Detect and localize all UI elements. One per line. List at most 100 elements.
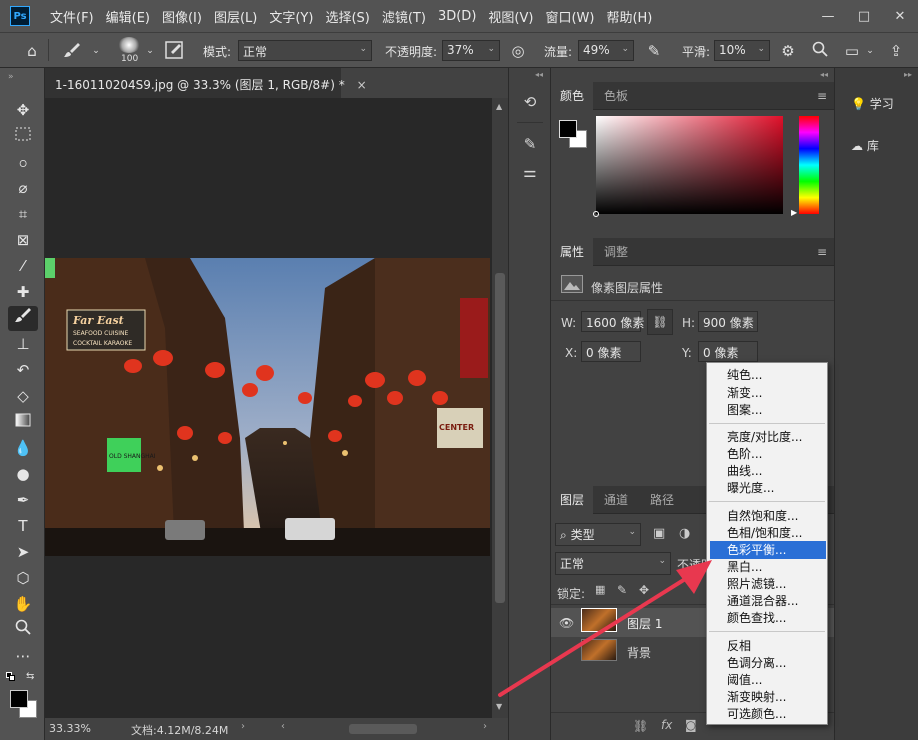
collapse-icon[interactable]: ◂◂ (535, 70, 543, 79)
width-input[interactable]: 1600 像素 (581, 311, 644, 332)
add-mask-icon[interactable]: ◙ (685, 718, 697, 732)
menu-3d[interactable]: 3D(D) (432, 9, 482, 24)
eraser-tool-icon[interactable]: ◇ (8, 384, 38, 409)
height-input[interactable]: 900 像素 (698, 311, 758, 332)
menu-item-levels[interactable]: 色阶... (707, 445, 827, 463)
foreground-color-swatch[interactable] (10, 690, 28, 708)
tab-swatches[interactable]: 色板 (595, 82, 637, 110)
more-tools-icon[interactable]: ⋯ (8, 644, 38, 669)
path-select-tool-icon[interactable]: ➤ (8, 540, 38, 565)
scroll-up-icon[interactable]: ▲ (496, 102, 502, 111)
eyedropper-tool-icon[interactable]: ⁄ (8, 254, 38, 279)
menu-select[interactable]: 选择(S) (319, 7, 375, 26)
panel-menu-icon[interactable]: ≡ (817, 89, 829, 103)
opacity-input[interactable]: 37% ⌄ (442, 40, 500, 61)
default-colors-icon[interactable] (6, 672, 16, 682)
chevron-down-icon[interactable]: ⌄ (140, 41, 160, 61)
menu-item-selective-color[interactable]: 可选颜色... (707, 705, 827, 723)
foreground-color-swatch[interactable] (559, 120, 577, 138)
document-tab[interactable]: 1-160110204S9.jpg @ 33.3% (图层 1, RGB/8#)… (45, 68, 367, 98)
brush-tool-preset-icon[interactable] (62, 41, 82, 61)
pressure-opacity-icon[interactable]: ◎ (508, 41, 528, 61)
workspace-icon[interactable]: ▭ (842, 41, 862, 61)
link-layers-icon[interactable]: ⛓ (633, 719, 648, 733)
filter-pixel-icon[interactable]: ▣ (653, 526, 665, 541)
hue-slider[interactable] (799, 116, 819, 214)
doc-info[interactable]: 文档:4.12M/8.24M (131, 722, 228, 738)
swap-colors-icon[interactable]: ⇆ (26, 671, 34, 682)
menu-item-gradient[interactable]: 渐变... (707, 384, 827, 402)
y-input[interactable]: 0 像素 (698, 341, 758, 362)
menu-item-posterize[interactable]: 色调分离... (707, 654, 827, 672)
airbrush-icon[interactable]: ✎ (644, 41, 664, 61)
brush-settings-icon[interactable] (164, 41, 184, 61)
dodge-tool-icon[interactable]: ● (8, 462, 38, 487)
tab-paths[interactable]: 路径 (641, 486, 683, 514)
tab-properties[interactable]: 属性 (551, 238, 594, 266)
collapse-icon[interactable]: ▸▸ (904, 70, 912, 79)
menu-item-threshold[interactable]: 阈值... (707, 671, 827, 689)
menu-item-vibrance[interactable]: 自然饱和度... (707, 507, 827, 525)
frame-tool-icon[interactable]: ⊠ (8, 228, 38, 253)
menu-item-hue-saturation[interactable]: 色相/饱和度... (707, 524, 827, 542)
menu-window[interactable]: 窗口(W) (539, 7, 600, 26)
menu-help[interactable]: 帮助(H) (600, 7, 658, 26)
home-icon[interactable]: ⌂ (22, 41, 42, 61)
gear-icon[interactable]: ⚙ (778, 41, 798, 61)
stamp-tool-icon[interactable]: ⊥ (8, 332, 38, 357)
menu-item-exposure[interactable]: 曝光度... (707, 479, 827, 497)
healing-brush-tool-icon[interactable]: ✚ (8, 280, 38, 305)
scroll-right-icon[interactable]: › (483, 721, 487, 732)
library-button[interactable]: ☁ 库 (835, 128, 918, 164)
chevron-down-icon[interactable]: ⌄ (860, 41, 880, 61)
layer-name[interactable]: 图层 1 (627, 615, 662, 632)
filter-adjustment-icon[interactable]: ◑ (679, 526, 690, 541)
tab-channels[interactable]: 通道 (595, 486, 637, 514)
pen-tool-icon[interactable]: ✒ (8, 488, 38, 513)
layer-name[interactable]: 背景 (627, 644, 651, 661)
scrollbar-thumb[interactable] (495, 273, 505, 603)
panel-menu-icon[interactable]: ≡ (817, 245, 829, 259)
lasso-tool-icon[interactable]: ဝ (8, 150, 38, 175)
menu-file[interactable]: 文件(F) (44, 7, 100, 26)
tab-adjustments[interactable]: 调整 (595, 238, 637, 266)
menu-item-invert[interactable]: 反相 (707, 637, 827, 655)
marquee-tool-icon[interactable] (8, 124, 38, 149)
lock-transparent-icon[interactable]: ▦ (595, 583, 605, 596)
menu-item-color-lookup[interactable]: 颜色查找... (707, 609, 827, 627)
menu-item-color-balance[interactable]: 色彩平衡... (710, 541, 826, 559)
shape-tool-icon[interactable]: ⬡ (8, 566, 38, 591)
move-tool-icon[interactable]: ✥ (8, 98, 38, 123)
lock-position-icon[interactable]: ✥ (639, 583, 649, 597)
menu-item-brightness-contrast[interactable]: 亮度/对比度... (707, 428, 827, 446)
search-icon[interactable] (810, 41, 830, 61)
lock-image-icon[interactable]: ✎ (617, 583, 627, 597)
color-spectrum-field[interactable] (593, 116, 783, 217)
quick-select-tool-icon[interactable]: ⌀ (8, 176, 38, 201)
scroll-down-icon[interactable]: ▼ (496, 702, 502, 711)
brush-settings-panel-icon[interactable]: ✎ (518, 132, 542, 156)
menu-item-channel-mixer[interactable]: 通道混合器... (707, 592, 827, 610)
smooth-input[interactable]: 10% ⌄ (714, 40, 770, 61)
adjustments-sliders-icon[interactable]: ⚌ (518, 160, 542, 184)
menu-view[interactable]: 视图(V) (482, 7, 539, 26)
share-icon[interactable]: ⇪ (886, 41, 906, 61)
horizontal-scrollbar-thumb[interactable] (349, 724, 417, 734)
layer-filter-select[interactable]: ⌕ 类型 ⌄ (555, 523, 641, 546)
fx-icon[interactable]: fx (661, 718, 672, 732)
mode-select[interactable]: 正常 ⌄ (238, 40, 372, 61)
status-arrow-icon[interactable]: › (241, 721, 245, 732)
close-window-button[interactable]: ✕ (882, 0, 918, 32)
scroll-left-icon[interactable]: ‹ (281, 721, 285, 732)
vertical-scrollbar[interactable]: ▲ ▼ (492, 98, 508, 718)
brush-preview-icon[interactable] (118, 37, 140, 53)
history-icon[interactable]: ⟲ (518, 90, 542, 114)
menu-item-photo-filter[interactable]: 照片滤镜... (707, 575, 827, 593)
minimize-button[interactable]: — (810, 0, 846, 32)
menu-item-curves[interactable]: 曲线... (707, 462, 827, 480)
brush-tool-icon[interactable] (8, 306, 38, 331)
learn-button[interactable]: 💡 学习 (835, 86, 918, 122)
menu-item-pattern[interactable]: 图案... (707, 401, 827, 419)
canvas-area[interactable]: Far East SEAFOOD CUISINE COCKTAIL KARAOK… (45, 98, 492, 718)
tab-color[interactable]: 颜色 (551, 82, 594, 110)
